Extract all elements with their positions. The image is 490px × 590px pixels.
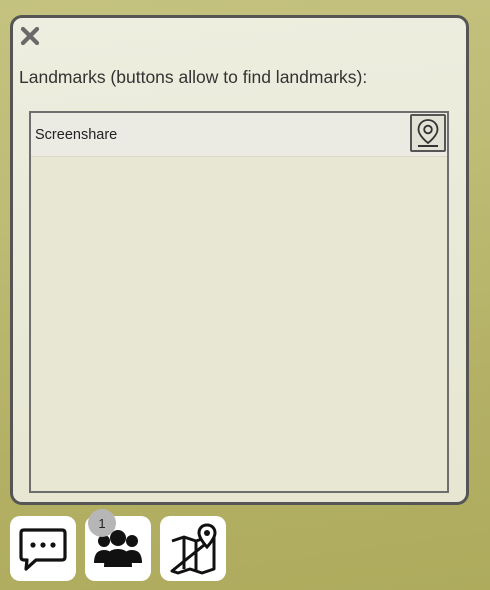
close-icon	[20, 26, 40, 46]
chat-button[interactable]	[10, 516, 76, 581]
landmarks-dialog: Landmarks (buttons allow to find landmar…	[10, 15, 469, 505]
users-count-badge: 1	[88, 509, 116, 537]
map-location-icon	[170, 522, 217, 574]
find-landmark-button[interactable]	[410, 114, 446, 152]
landmarks-list[interactable]: Screenshare	[29, 111, 449, 493]
list-item: Screenshare	[31, 113, 447, 157]
map-button[interactable]	[160, 516, 226, 581]
map-pin-icon	[417, 119, 439, 147]
chat-icon	[19, 527, 67, 571]
close-button[interactable]	[19, 25, 41, 47]
dialog-title: Landmarks (buttons allow to find landmar…	[19, 67, 368, 87]
landmark-label: Screenshare	[35, 127, 118, 143]
